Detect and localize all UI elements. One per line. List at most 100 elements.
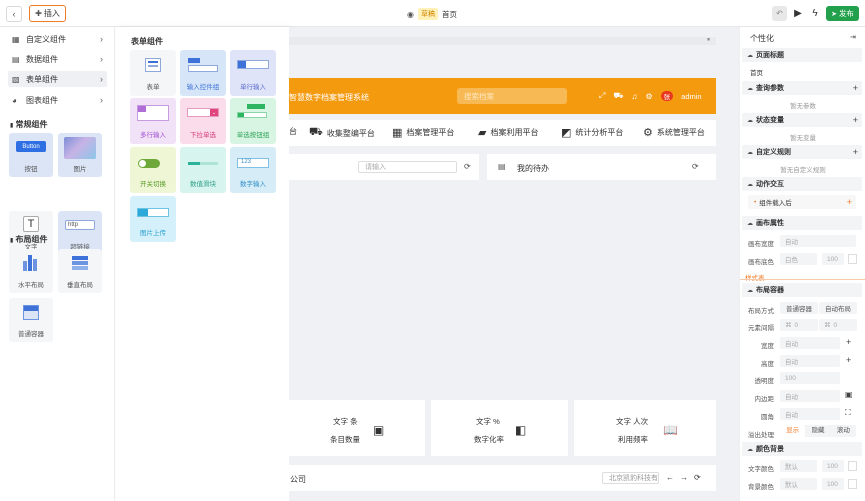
canvas-color-input[interactable]: 白色 — [780, 253, 817, 265]
text-color-opacity-input[interactable]: 100 — [822, 460, 844, 472]
select-icon: ⌄ — [187, 108, 219, 117]
add-width-button[interactable]: + — [846, 337, 851, 347]
header-icons: ⤢ ⛟ ♫ ⚙ 张 admin — [599, 91, 702, 101]
empty-hint: 暂无参数 — [790, 103, 816, 110]
user-name[interactable]: admin — [681, 92, 701, 101]
overflow-hide-option[interactable]: 隐藏 — [805, 425, 830, 437]
height-input[interactable]: 自动 — [780, 355, 840, 367]
app-search-input[interactable]: 搜索档案 — [457, 88, 567, 104]
category-custom[interactable]: ▦ 自定义组件 › — [8, 31, 107, 47]
section-label: 状态变量 — [756, 117, 784, 124]
gap-horizontal-input[interactable]: ⌘ 0 — [780, 319, 818, 331]
component-label: 图片上传 — [140, 230, 166, 237]
canvas-opacity-input[interactable]: 100 — [822, 253, 844, 265]
nav-item-0[interactable]: 台 — [289, 126, 297, 137]
nav-item-system[interactable]: ⚙ 系统管理平台 — [643, 126, 705, 139]
section-label: 颜色背景 — [756, 446, 784, 453]
text-color-input[interactable]: 默认 — [780, 460, 817, 472]
padding-input[interactable]: 自动 — [780, 390, 840, 402]
add-action-button[interactable]: + — [847, 197, 852, 207]
category-data[interactable]: ▤ 数据组件 › — [8, 51, 107, 67]
collapse-icon[interactable]: ⇥ — [850, 33, 856, 41]
component-radio-group[interactable]: 单选按钮组 — [230, 98, 276, 144]
gap-vertical-input[interactable]: ⌘ 0 — [819, 319, 857, 331]
padding-toggle-icon[interactable]: ▣ — [845, 390, 853, 399]
chart-bar-icon: ▣ — [373, 423, 385, 437]
component-button[interactable]: Button 按钮 — [9, 133, 53, 177]
refresh-icon[interactable]: ⟳ — [694, 473, 701, 482]
on-load-event[interactable]: • 组件载入后 + — [748, 195, 856, 209]
database-icon: ▤ — [12, 54, 20, 64]
arrow-right-icon[interactable]: → — [680, 473, 688, 482]
page-indicator[interactable]: ◉ 草稿 首页 — [407, 8, 457, 20]
add-state-var-button[interactable]: + — [853, 115, 858, 125]
component-label: 垂直布局 — [67, 282, 93, 289]
nav-item-statistics[interactable]: ◩ 统计分析平台 — [561, 126, 623, 139]
layout-mode-normal[interactable]: 普通容器 — [780, 302, 818, 314]
bell-icon[interactable]: ♫ — [631, 92, 637, 101]
width-input[interactable]: 自动 — [780, 337, 840, 349]
undo-button[interactable]: ↶ — [772, 6, 787, 21]
page-title-value[interactable]: 首页 — [750, 67, 763, 77]
stat-value: 文字 条 — [333, 417, 358, 426]
add-height-button[interactable]: + — [846, 355, 851, 365]
stylesheet-tab[interactable]: 样式表 — [745, 272, 765, 282]
nav-label: 系统管理平台 — [656, 128, 705, 137]
search-input[interactable]: 请输入 — [358, 161, 457, 173]
color-swatch[interactable] — [848, 254, 857, 264]
component-image[interactable]: 图片 — [58, 133, 102, 177]
quick-action-button[interactable]: ϟ — [808, 6, 822, 21]
component-select[interactable]: ⌄ 下拉单选 — [180, 98, 226, 144]
overflow-scroll-option[interactable]: 滚动 — [831, 425, 856, 437]
section-query-params: ☁ 查询参数 + — [742, 81, 862, 95]
add-custom-rule-button[interactable]: + — [853, 147, 858, 157]
field-label: 宽度 — [761, 343, 774, 350]
expand-icon[interactable]: ⤢ — [599, 91, 605, 101]
category-form[interactable]: ▧ 表单组件 › — [8, 71, 107, 87]
add-query-param-button[interactable]: + — [853, 83, 858, 93]
overflow-show-option[interactable]: 显示 — [780, 425, 806, 437]
insert-button[interactable]: ✚ 插入 — [29, 5, 66, 22]
canvas-handle-icon[interactable]: ⏸ — [707, 37, 710, 44]
component-container[interactable]: 普通容器 — [9, 298, 53, 342]
publish-button[interactable]: ➤ 发布 — [826, 6, 859, 21]
component-vertical-layout[interactable]: 垂直布局 — [58, 249, 102, 293]
cart-icon[interactable]: ⛟ — [613, 91, 623, 101]
canvas-width-input[interactable]: 自动 — [780, 235, 856, 247]
back-button[interactable]: ‹ — [6, 6, 22, 22]
preview-button[interactable]: ▶ — [791, 6, 805, 21]
bg-color-opacity-input[interactable]: 100 — [822, 478, 844, 490]
color-swatch[interactable] — [848, 461, 857, 471]
opacity-input[interactable]: 100 — [780, 372, 840, 384]
arrow-left-icon[interactable]: ← — [666, 473, 674, 482]
nav-item-collect[interactable]: ⛟ 收集整编平台 — [309, 126, 375, 140]
design-canvas[interactable]: ⏸ 智慧数字档案管理系统 搜索档案 ⤢ ⛟ ♫ ⚙ 张 admin 台 ⛟ 收集整… — [289, 27, 739, 501]
nav-item-archive-use[interactable]: ▰ 档案利用平台 — [478, 126, 538, 139]
refresh-icon[interactable]: ⟳ — [464, 162, 471, 171]
button-preview: Button — [16, 141, 46, 152]
component-image-upload[interactable]: 图片上传 — [130, 196, 176, 242]
component-input-group[interactable]: 输入控件组 — [180, 50, 226, 96]
component-slider[interactable]: 数值滑块 — [180, 147, 226, 193]
bg-color-input[interactable]: 默认 — [780, 478, 817, 490]
component-textarea[interactable]: 多行输入 — [130, 98, 176, 144]
avatar[interactable]: 张 — [660, 91, 674, 101]
settings-icon[interactable]: ⚙ — [645, 92, 652, 101]
color-swatch[interactable] — [848, 479, 857, 489]
refresh-icon[interactable]: ⟳ — [692, 162, 699, 171]
layout-mode-auto[interactable]: 自动布局 — [819, 302, 857, 314]
category-chart[interactable]: ◕ 图表组件 › — [8, 92, 107, 108]
component-switch[interactable]: 开关切换 — [130, 147, 176, 193]
cloud-icon: ☁ — [747, 181, 753, 188]
category-label: 数据组件 — [26, 54, 58, 64]
component-horizontal-layout[interactable]: 水平布局 — [9, 249, 53, 293]
component-number-input[interactable]: 123 数字输入 — [230, 147, 276, 193]
nav-item-archive-manage[interactable]: ▦ 档案管理平台 — [392, 126, 454, 139]
component-label: 单行输入 — [240, 84, 266, 91]
section-canvas-props: ☁ 画布属性 — [742, 216, 862, 230]
component-text-input[interactable]: 单行输入 — [230, 50, 276, 96]
footer-input[interactable]: 北京凯豹科技有 — [602, 472, 659, 484]
radius-toggle-icon[interactable]: ⛶ — [845, 408, 851, 418]
component-form[interactable]: 表单 — [130, 50, 176, 96]
radius-input[interactable]: 自动 — [780, 408, 840, 420]
